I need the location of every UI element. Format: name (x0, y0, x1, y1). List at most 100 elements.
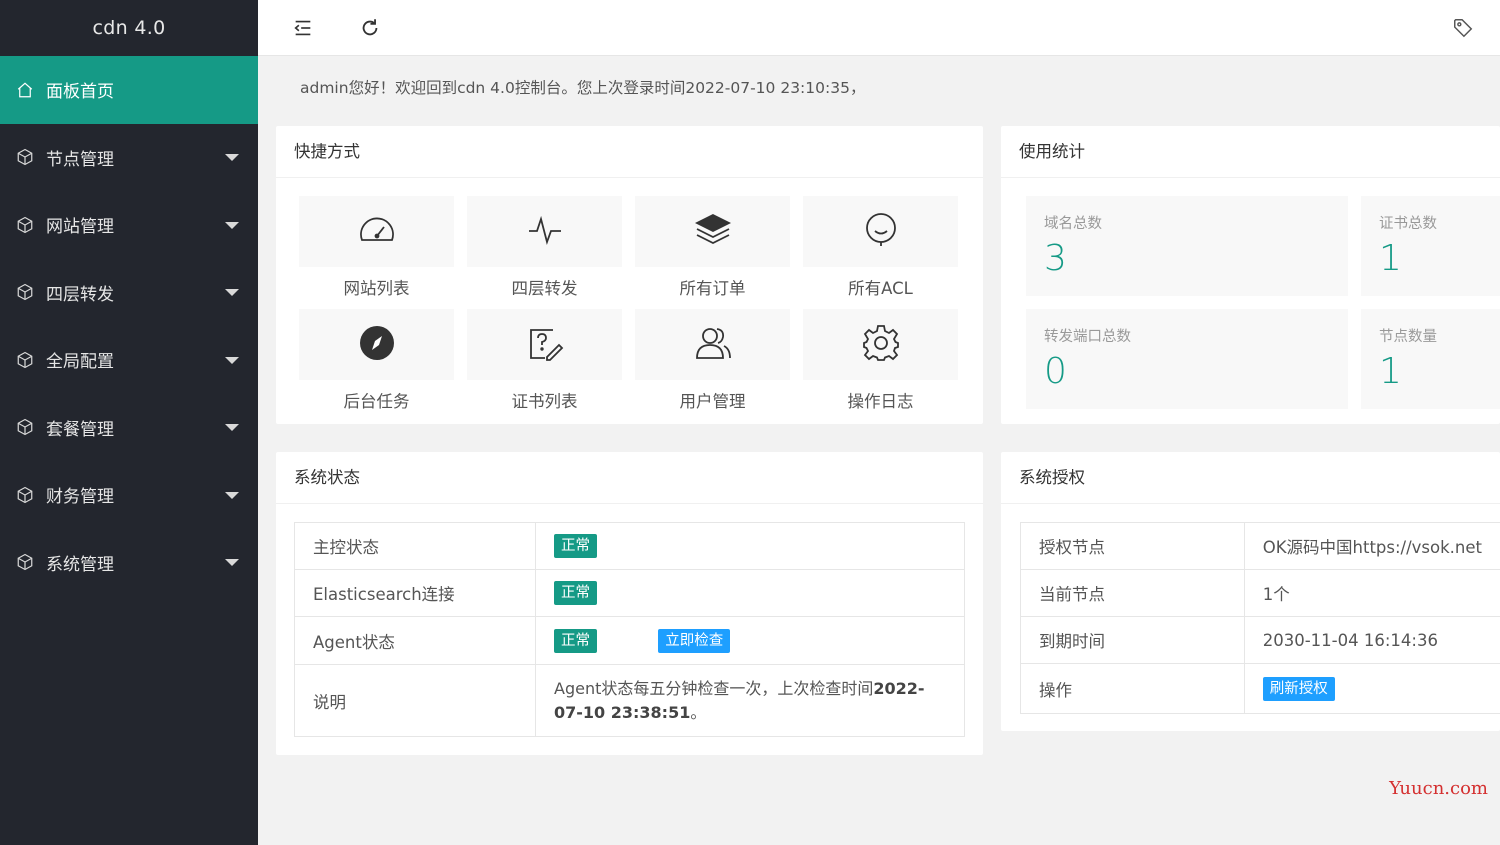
stat-label: 域名总数 (1044, 216, 1102, 232)
pulse-icon (525, 210, 565, 254)
stat-value: 0 (1044, 351, 1067, 392)
tag-icon[interactable] (1449, 14, 1477, 42)
brand-title: cdn 4.0 (0, 0, 258, 56)
card-title: 快捷方式 (276, 126, 983, 178)
cube-icon (16, 148, 34, 166)
shortcut-label: 四层转发 (511, 279, 578, 298)
home-icon (16, 81, 34, 99)
agent-check-description: Agent状态每五分钟检查一次，上次检查时间2022-07-10 23:38:5… (554, 678, 925, 722)
cube-icon (16, 486, 34, 504)
caret-down-icon (225, 559, 239, 567)
shortcut-website-list[interactable]: 网站列表 (299, 196, 454, 299)
shortcut-bg-tasks[interactable]: 后台任务 (299, 309, 454, 412)
question-edit-icon (525, 323, 565, 367)
sidebar-item-dashboard[interactable]: 面板首页 (0, 56, 258, 124)
caret-down-icon (225, 289, 239, 297)
shortcut-label: 证书列表 (511, 392, 578, 411)
shortcut-user-manage[interactable]: 用户管理 (635, 309, 790, 412)
row-key: 当前节点 (1020, 569, 1245, 617)
caret-down-icon (225, 491, 239, 499)
caret-down-icon (225, 221, 239, 229)
row-value: OK源码中国https://vsok.net (1243, 522, 1500, 570)
compass-icon (357, 323, 397, 367)
shortcut-op-log[interactable]: 操作日志 (803, 309, 958, 412)
caret-down-icon (225, 424, 239, 432)
sidebar-item-system[interactable]: 系统管理 (0, 529, 258, 597)
shortcut-cert-list[interactable]: 证书列表 (467, 309, 622, 412)
stat-value: 1 (1379, 238, 1402, 279)
table-row: 授权节点 OK源码中国https://vsok.net (1020, 522, 1500, 570)
cube-icon (16, 351, 34, 369)
sidebar-item-label: 全局配置 (46, 352, 114, 373)
table-row: 主控状态 正常 (294, 522, 965, 570)
shortcut-label: 网站列表 (343, 279, 410, 298)
shortcuts-card: 快捷方式 网站列表 四层转发 所有订单 所有ACL 后台任务 证书列表 用户管理… (276, 126, 983, 424)
stat-forward-port-total: 转发端口总数 0 (1026, 309, 1348, 409)
sidebar-item-label: 节点管理 (46, 149, 114, 170)
row-value: 1个 (1243, 569, 1500, 617)
shortcut-label: 操作日志 (847, 392, 914, 411)
sidebar-item-nodes[interactable]: 节点管理 (0, 124, 258, 192)
table-row: 操作 刷新授权 (1020, 663, 1500, 714)
table-row: Agent状态 正常 立即检查 (294, 616, 965, 665)
shortcut-all-acl[interactable]: 所有ACL (803, 196, 958, 299)
sidebar-item-label: 四层转发 (46, 284, 114, 305)
smile-chat-icon (861, 210, 901, 254)
table-row: Elasticsearch连接 正常 (294, 569, 965, 617)
stat-value: 3 (1044, 238, 1067, 279)
status-badge: 正常 (554, 628, 597, 653)
sidebar-item-label: 面板首页 (46, 82, 114, 103)
row-key: 操作 (1020, 663, 1245, 714)
welcome-message: admin您好！欢迎回到cdn 4.0控制台。您上次登录时间2022-07-10… (300, 79, 866, 97)
sidebar-item-label: 套餐管理 (46, 419, 114, 440)
shortcut-l4-forward[interactable]: 四层转发 (467, 196, 622, 299)
status-badge: 正常 (554, 534, 597, 558)
usage-stats-card: 使用统计 域名总数 3 证书总数 1 转发端口总数 0 节点数量 1 (1001, 126, 1500, 424)
status-badge: 正常 (554, 581, 597, 605)
table-row: 说明 Agent状态每五分钟检查一次，上次检查时间2022-07-10 23:3… (294, 664, 965, 737)
stat-value: 1 (1379, 351, 1402, 392)
shortcut-label: 用户管理 (679, 392, 746, 411)
cube-icon (16, 418, 34, 436)
card-title: 系统状态 (276, 452, 983, 504)
stat-cert-total: 证书总数 1 (1361, 196, 1500, 296)
shortcut-label: 所有ACL (848, 279, 913, 298)
row-key: Elasticsearch连接 (294, 569, 536, 617)
gear-icon (861, 323, 901, 367)
sidebar-item-global-config[interactable]: 全局配置 (0, 326, 258, 394)
shortcut-all-orders[interactable]: 所有订单 (635, 196, 790, 299)
dashboard-gauge-icon (357, 210, 397, 254)
system-status-table: 主控状态 正常 Elasticsearch连接 正常 Agent状态 正常 立即… (294, 522, 965, 737)
sidebar-item-label: 系统管理 (46, 554, 114, 575)
shortcut-label: 后台任务 (343, 392, 410, 411)
sidebar-item-label: 财务管理 (46, 487, 114, 508)
system-status-card: 系统状态 主控状态 正常 Elasticsearch连接 正常 Agent状态 … (276, 452, 983, 755)
stat-label: 转发端口总数 (1044, 329, 1131, 345)
sidebar-item-l4-forward[interactable]: 四层转发 (0, 259, 258, 327)
layers-icon (693, 210, 733, 254)
row-key: 授权节点 (1020, 522, 1245, 570)
row-key: 到期时间 (1020, 616, 1245, 664)
sidebar-item-packages[interactable]: 套餐管理 (0, 394, 258, 462)
row-key: 说明 (294, 664, 536, 737)
license-card: 系统授权 授权节点 OK源码中国https://vsok.net 当前节点 1个… (1001, 452, 1500, 731)
refresh-icon[interactable] (356, 14, 384, 42)
card-title: 系统授权 (1001, 452, 1500, 504)
row-value: 2030-11-04 16:14:36 (1243, 616, 1500, 664)
caret-down-icon (225, 154, 239, 162)
sidebar-item-label: 网站管理 (46, 217, 114, 238)
refresh-license-button[interactable]: 刷新授权 (1262, 676, 1335, 701)
menu-fold-icon[interactable] (289, 14, 317, 42)
stat-label: 证书总数 (1379, 216, 1437, 232)
row-key: Agent状态 (294, 616, 536, 665)
stat-node-count: 节点数量 1 (1361, 309, 1500, 409)
table-row: 当前节点 1个 (1020, 569, 1500, 617)
card-title: 使用统计 (1001, 126, 1500, 178)
caret-down-icon (225, 356, 239, 364)
cube-icon (16, 216, 34, 234)
topbar (258, 0, 1500, 56)
sidebar-item-websites[interactable]: 网站管理 (0, 191, 258, 259)
row-key: 主控状态 (294, 522, 536, 570)
check-now-button[interactable]: 立即检查 (658, 628, 731, 653)
sidebar-item-finance[interactable]: 财务管理 (0, 461, 258, 529)
